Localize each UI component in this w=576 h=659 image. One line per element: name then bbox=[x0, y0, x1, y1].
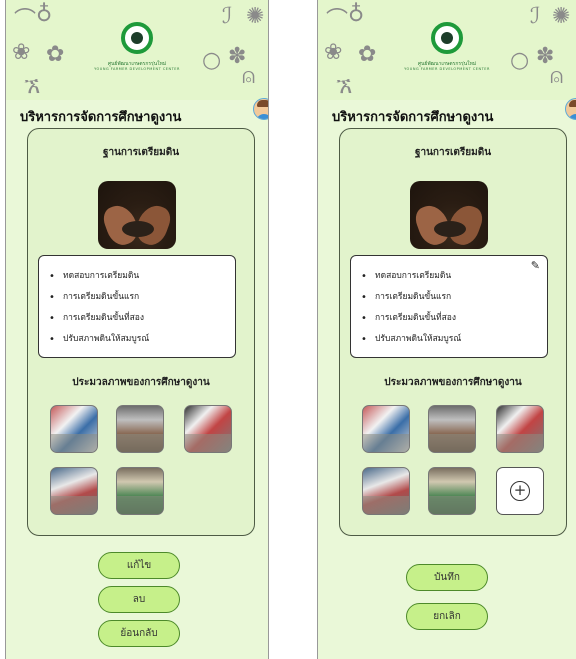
save-button[interactable]: บันทึก bbox=[406, 564, 488, 591]
topic-list: ทดสอบการเตรียมดิน การเตรียมดินขั้นแรก กา… bbox=[49, 266, 149, 350]
pepper-doodle-icon: ℐ bbox=[530, 4, 541, 29]
add-photo-button[interactable]: + bbox=[496, 467, 544, 515]
gallery-photo[interactable] bbox=[184, 405, 232, 453]
page-title: บริหารการจัดการศึกษาดูงาน bbox=[332, 110, 494, 125]
delete-button[interactable]: ลบ bbox=[98, 586, 180, 613]
app-header: ⌒ ♁ ❀ ✿ ኧ ℐ ✺ ○ ✽ ⍝ ศูนย์พัฒนาเกษตรกรรุ่… bbox=[318, 0, 576, 100]
herb-doodle-icon: ኧ bbox=[336, 74, 353, 99]
pepper-doodle-icon: ℐ bbox=[222, 4, 233, 29]
app-header: ⌒ ♁ ❀ ✿ ኧ ℐ ✺ ○ ✽ ⍝ ศูนย์พัฒนาเกษตรกรรุ่… bbox=[6, 0, 268, 100]
tomato-doodle-icon: ✺ bbox=[246, 4, 265, 29]
brand-tagline: YOUNG FARMER DEVELOPMENT CENTER bbox=[94, 67, 180, 71]
edit-screen: ⌒ ♁ ❀ ✿ ኧ ℐ ✺ ○ ✽ ⍝ ศูนย์พัฒนาเกษตรกรรุ่… bbox=[317, 0, 576, 659]
gallery-photo[interactable] bbox=[428, 405, 476, 453]
eggplant-doodle-icon: ⌒ bbox=[326, 8, 349, 33]
station-title: ฐานการเตรียมดิน bbox=[102, 147, 180, 158]
page-title: บริหารการจัดการศึกษาดูงาน bbox=[20, 110, 182, 125]
topic-list-box: ทดสอบการเตรียมดิน การเตรียมดินขั้นแรก กา… bbox=[38, 255, 236, 358]
station-panel: ฐานการเตรียมดิน ✎ ทดสอบการเตรียมดิน การเ… bbox=[339, 128, 567, 536]
gallery-photo[interactable] bbox=[496, 405, 544, 453]
soil-in-hands-image bbox=[410, 181, 488, 249]
pepper-doodle-icon: ♁ bbox=[36, 2, 53, 27]
gallery-photo[interactable] bbox=[116, 405, 164, 453]
gallery-photo[interactable] bbox=[50, 467, 98, 515]
topic-item: การเตรียมดินขั้นที่สอง bbox=[49, 308, 149, 329]
brand-logo bbox=[121, 22, 153, 54]
gallery-photo[interactable] bbox=[362, 405, 410, 453]
gallery-photo[interactable] bbox=[50, 405, 98, 453]
back-button[interactable]: ย้อนกลับ bbox=[98, 620, 180, 647]
station-panel: ฐานการเตรียมดิน ทดสอบการเตรียมดิน การเตร… bbox=[27, 128, 255, 536]
pepper-doodle-icon: ♁ bbox=[348, 2, 365, 27]
view-screen: ⌒ ♁ ❀ ✿ ኧ ℐ ✺ ○ ✽ ⍝ ศูนย์พัฒนาเกษตรกรรุ่… bbox=[5, 0, 269, 659]
gallery-photo[interactable] bbox=[428, 467, 476, 515]
user-avatar[interactable] bbox=[565, 98, 576, 120]
topic-list: ทดสอบการเตรียมดิน การเตรียมดินขั้นแรก กา… bbox=[361, 266, 461, 350]
gallery-title: ประมวลภาพของการศึกษาดูงาน bbox=[72, 377, 210, 388]
topic-item: ปรับสภาพดินให้สมบูรณ์ bbox=[361, 329, 461, 350]
tomato-doodle-icon: ✺ bbox=[552, 4, 571, 29]
gallery-photo[interactable] bbox=[116, 467, 164, 515]
gallery-photo[interactable] bbox=[362, 467, 410, 515]
brand-logo bbox=[431, 22, 463, 54]
gallery-title: ประมวลภาพของการศึกษาดูงาน bbox=[384, 377, 522, 388]
topic-item: ปรับสภาพดินให้สมบูรณ์ bbox=[49, 329, 149, 350]
pencil-icon[interactable]: ✎ bbox=[531, 259, 540, 272]
topic-item: การเตรียมดินขั้นที่สอง bbox=[361, 308, 461, 329]
topic-list-box[interactable]: ✎ ทดสอบการเตรียมดิน การเตรียมดินขั้นแรก … bbox=[350, 255, 548, 358]
topic-item: ทดสอบการเตรียมดิน bbox=[49, 266, 149, 287]
soil-in-hands-image bbox=[98, 181, 176, 249]
edit-button[interactable]: แก้ไข bbox=[98, 552, 180, 579]
topic-item: การเตรียมดินขั้นแรก bbox=[49, 287, 149, 308]
plus-circle-icon: + bbox=[510, 481, 530, 501]
topic-item: การเตรียมดินขั้นแรก bbox=[361, 287, 461, 308]
user-avatar[interactable] bbox=[253, 98, 268, 120]
topic-item: ทดสอบการเตรียมดิน bbox=[361, 266, 461, 287]
eggplant-doodle-icon: ⌒ bbox=[14, 8, 37, 33]
brand-tagline: YOUNG FARMER DEVELOPMENT CENTER bbox=[404, 67, 490, 71]
cancel-button[interactable]: ยกเลิก bbox=[406, 603, 488, 630]
station-title: ฐานการเตรียมดิน bbox=[414, 147, 492, 158]
herb-doodle-icon: ኧ bbox=[24, 74, 41, 99]
